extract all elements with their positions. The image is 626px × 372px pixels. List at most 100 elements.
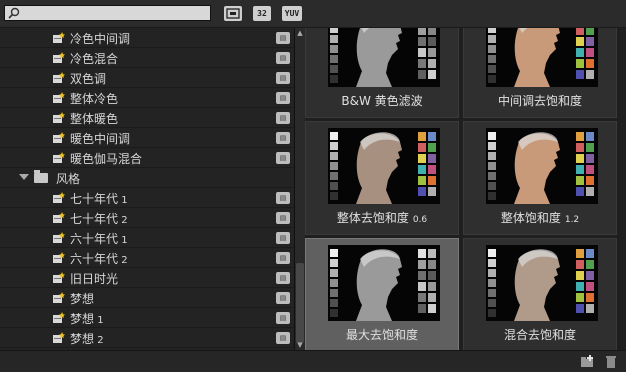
preset-caption: 最大去饱和度 bbox=[306, 326, 458, 343]
accelerated-badge-icon: ▤ bbox=[276, 92, 290, 104]
effect-preset-icon bbox=[53, 112, 65, 123]
effect-preset-icon bbox=[53, 272, 65, 283]
tree-effect-item[interactable]: 暖色伽马混合 ▤ bbox=[0, 148, 294, 168]
preset-preview-image bbox=[328, 128, 440, 204]
tree-folder[interactable]: 风格 bbox=[0, 168, 294, 188]
effects-toolbar: 32 YUV bbox=[0, 0, 626, 28]
effect-label: 冷色中间调 bbox=[70, 32, 131, 46]
effect-label: 冷色混合 bbox=[70, 52, 119, 66]
effect-label: 梦想 2 bbox=[70, 332, 104, 346]
32-icon: 32 bbox=[257, 9, 267, 18]
folder-label: 风格 bbox=[56, 172, 81, 186]
accelerated-badge-icon: ▤ bbox=[276, 192, 290, 204]
scroll-up-arrow-icon[interactable]: ▲ bbox=[296, 29, 304, 37]
expand-triangle-icon[interactable] bbox=[19, 174, 29, 180]
effect-label: 暖色伽马混合 bbox=[70, 152, 143, 166]
preset-tile[interactable]: 整体去饱和度 0.6 bbox=[305, 121, 459, 235]
tree-effect-item[interactable]: 七十年代 1 ▤ bbox=[0, 188, 294, 208]
preset-tile[interactable]: B&W 黄色滤波 bbox=[305, 28, 459, 118]
film-icon bbox=[226, 8, 240, 19]
tree-effect-item[interactable]: 暖色中间调 ▤ bbox=[0, 128, 294, 148]
preset-tile[interactable]: 最大去饱和度 bbox=[305, 238, 459, 350]
effect-preset-icon bbox=[53, 92, 65, 103]
effect-number: 2 bbox=[118, 255, 128, 266]
preset-preview-image bbox=[486, 28, 598, 87]
preset-label: 最大去饱和度 bbox=[345, 328, 418, 342]
effect-label: 暖色中间调 bbox=[70, 132, 131, 146]
effects-tree: 冷色中间调 ▤ 冷色混合 ▤ 双色调 ▤ 整体冷色 ▤ 整体暖色 ▤ 暖色中间调 ▤ 暖色伽马混合 ▤ 风格… bbox=[0, 28, 295, 350]
32bit-filter-button[interactable]: 32 bbox=[253, 6, 271, 21]
tree-effect-item[interactable]: 整体暖色 ▤ bbox=[0, 108, 294, 128]
preset-preview-image bbox=[486, 245, 598, 321]
trash-icon[interactable] bbox=[604, 355, 618, 368]
effect-preset-icon bbox=[53, 132, 65, 143]
preset-label: 中间调去饱和度 bbox=[497, 94, 582, 108]
tree-effect-item[interactable]: 梦想 1 ▤ bbox=[0, 308, 294, 328]
tree-effect-item[interactable]: 梦想 2 ▤ bbox=[0, 328, 294, 348]
accelerated-badge-icon: ▤ bbox=[276, 32, 290, 44]
preset-preview-image bbox=[328, 28, 440, 87]
effect-label: 整体暖色 bbox=[70, 112, 119, 126]
tree-effect-item[interactable]: 六十年代 1 ▤ bbox=[0, 228, 294, 248]
accelerated-badge-icon: ▤ bbox=[276, 292, 290, 304]
preset-caption: B&W 黄色滤波 bbox=[306, 92, 458, 109]
effect-label: 整体冷色 bbox=[70, 92, 119, 106]
preset-preview-image bbox=[486, 128, 598, 204]
effect-preset-icon bbox=[53, 332, 65, 343]
accelerated-badge-icon: ▤ bbox=[276, 132, 290, 144]
effect-number: 1 bbox=[118, 195, 128, 206]
effect-preset-icon bbox=[53, 312, 65, 323]
accelerated-badge-icon: ▤ bbox=[276, 152, 290, 164]
scroll-down-arrow-icon[interactable]: ▼ bbox=[296, 341, 304, 349]
preset-preview-image bbox=[328, 245, 440, 321]
scrollbar-thumb[interactable] bbox=[296, 263, 304, 343]
effect-preset-icon bbox=[53, 32, 65, 43]
accelerated-badge-icon: ▤ bbox=[276, 272, 290, 284]
tree-effect-item[interactable]: 六十年代 2 ▤ bbox=[0, 248, 294, 268]
effect-number: 1 bbox=[118, 235, 128, 246]
preset-caption: 整体饱和度 1.2 bbox=[464, 209, 616, 226]
tree-effect-item[interactable]: 双色调 ▤ bbox=[0, 68, 294, 88]
new-bin-icon[interactable] bbox=[580, 355, 594, 368]
preset-caption: 整体去饱和度 0.6 bbox=[306, 209, 458, 226]
accelerated-badge-icon: ▤ bbox=[276, 252, 290, 264]
preset-caption: 中间调去饱和度 bbox=[464, 92, 616, 109]
tree-effect-item[interactable]: 冷色中间调 ▤ bbox=[0, 28, 294, 48]
accelerated-badge-icon: ▤ bbox=[276, 312, 290, 324]
effect-preset-icon bbox=[53, 52, 65, 63]
preset-tile[interactable]: 整体饱和度 1.2 bbox=[463, 121, 617, 235]
effect-label: 双色调 bbox=[70, 72, 107, 86]
preset-value: 0.6 bbox=[412, 215, 428, 225]
preset-caption: 混合去饱和度 bbox=[464, 326, 616, 343]
effect-label: 梦想 1 bbox=[70, 312, 104, 326]
accelerated-badge-icon: ▤ bbox=[276, 112, 290, 124]
yuv-filter-button[interactable]: YUV bbox=[282, 6, 302, 21]
effect-number: 1 bbox=[94, 315, 104, 326]
preset-tile[interactable]: 中间调去饱和度 bbox=[463, 28, 617, 118]
effect-preset-icon bbox=[53, 212, 65, 223]
effect-label: 七十年代 2 bbox=[70, 212, 128, 226]
preset-tile[interactable]: 混合去饱和度 bbox=[463, 238, 617, 350]
preset-label: 整体饱和度 bbox=[500, 211, 561, 225]
tree-effect-item[interactable]: 旧日时光 ▤ bbox=[0, 268, 294, 288]
tree-effect-item[interactable]: 七十年代 2 ▤ bbox=[0, 208, 294, 228]
effect-label: 七十年代 1 bbox=[70, 192, 128, 206]
accelerated-effects-filter-button[interactable] bbox=[224, 6, 242, 21]
search-input[interactable] bbox=[4, 5, 211, 21]
preset-label: 混合去饱和度 bbox=[503, 328, 576, 342]
search-icon bbox=[8, 7, 20, 19]
preset-label: 整体去饱和度 bbox=[336, 211, 409, 225]
tree-effect-item[interactable]: 梦想 ▤ bbox=[0, 288, 294, 308]
tree-scrollbar[interactable]: ▲ ▼ bbox=[295, 28, 305, 350]
effect-label: 六十年代 2 bbox=[70, 252, 128, 266]
accelerated-badge-icon: ▤ bbox=[276, 212, 290, 224]
tree-effect-item[interactable]: 整体冷色 ▤ bbox=[0, 88, 294, 108]
tree-effect-item[interactable]: 冷色混合 ▤ bbox=[0, 48, 294, 68]
accelerated-badge-icon: ▤ bbox=[276, 332, 290, 344]
accelerated-badge-icon: ▤ bbox=[276, 232, 290, 244]
effect-preset-icon bbox=[53, 192, 65, 203]
status-bar bbox=[0, 350, 626, 372]
effect-preset-icon bbox=[53, 232, 65, 243]
accelerated-badge-icon: ▤ bbox=[276, 52, 290, 64]
preset-label: B&W 黄色滤波 bbox=[341, 94, 423, 108]
